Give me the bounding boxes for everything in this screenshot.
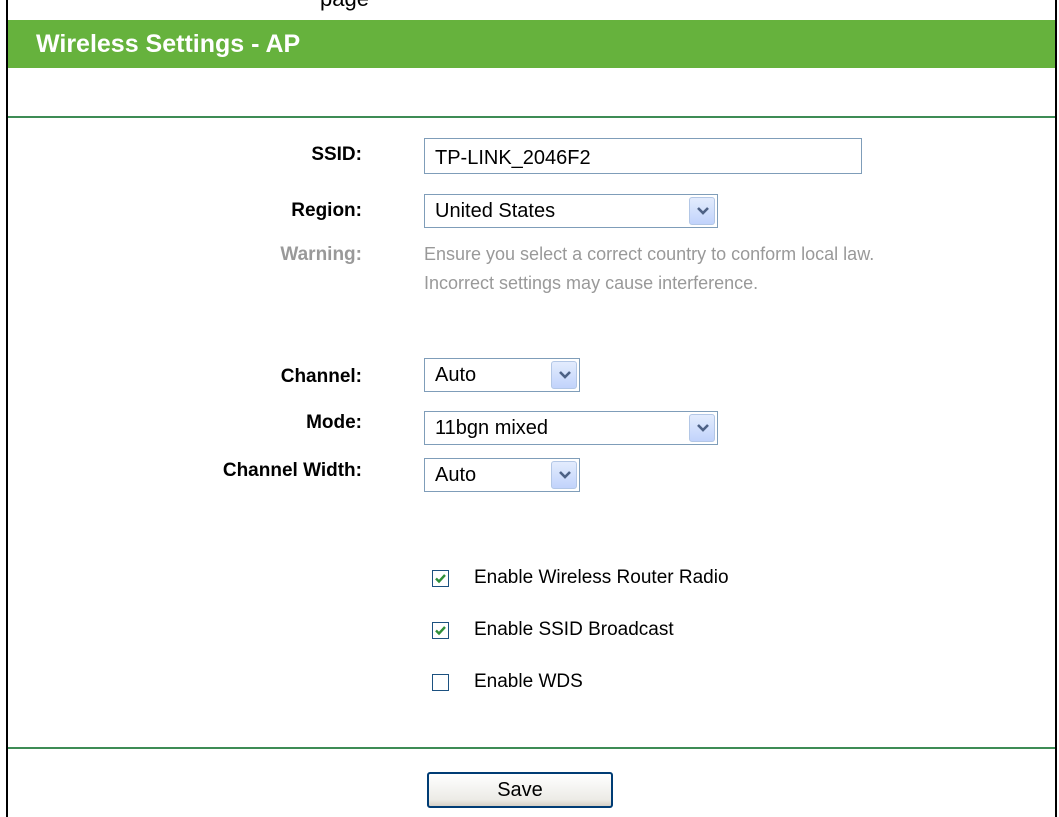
region-dropdown-button[interactable] <box>689 197 715 225</box>
check-icon <box>435 626 446 636</box>
chevron-down-icon <box>697 207 709 215</box>
warning-label: Warning: <box>280 244 362 265</box>
ssid-label: SSID: <box>311 144 362 165</box>
channel-select-value: Auto <box>435 364 477 386</box>
wds-label: Enable WDS <box>474 671 583 692</box>
channel-width-select[interactable]: Auto <box>424 458 580 492</box>
mode-label: Mode: <box>306 412 362 433</box>
wireless-radio-checkbox[interactable] <box>432 570 449 587</box>
region-label: Region: <box>291 200 362 221</box>
chevron-down-icon <box>559 471 571 479</box>
mode-select-value: 11bgn mixed <box>435 417 549 439</box>
ssid-broadcast-label: Enable SSID Broadcast <box>474 619 674 640</box>
bottom-divider <box>8 747 1055 749</box>
chevron-down-icon <box>559 371 571 379</box>
mode-dropdown-button[interactable] <box>689 414 715 442</box>
wireless-radio-label: Enable Wireless Router Radio <box>474 567 729 588</box>
check-icon <box>435 574 446 584</box>
ssid-input[interactable] <box>424 138 862 174</box>
frame-border-right <box>1055 0 1057 817</box>
channel-select[interactable]: Auto <box>424 358 580 392</box>
mode-select[interactable]: 11bgn mixed <box>424 411 718 445</box>
channel-label: Channel: <box>280 366 362 387</box>
channel-width-dropdown-button[interactable] <box>551 461 577 489</box>
clipped-header-text: page <box>320 0 369 12</box>
channel-dropdown-button[interactable] <box>551 361 577 389</box>
chevron-down-icon <box>697 424 709 432</box>
warning-text-line1: Ensure you select a correct country to c… <box>424 244 875 264</box>
page-title: Wireless Settings - AP <box>36 30 301 58</box>
top-divider <box>8 116 1055 118</box>
save-button[interactable]: Save <box>427 772 613 808</box>
ssid-broadcast-checkbox[interactable] <box>432 622 449 639</box>
channel-width-select-value: Auto <box>435 464 477 486</box>
region-select[interactable]: United States <box>424 194 718 228</box>
region-select-value: United States <box>435 200 556 222</box>
frame-border-left <box>6 0 8 817</box>
warning-text-line2: Incorrect settings may cause interferenc… <box>424 273 759 293</box>
title-bar: Wireless Settings - AP <box>8 20 1055 68</box>
channel-width-label: Channel Width: <box>222 460 362 481</box>
wds-checkbox[interactable] <box>432 674 449 691</box>
